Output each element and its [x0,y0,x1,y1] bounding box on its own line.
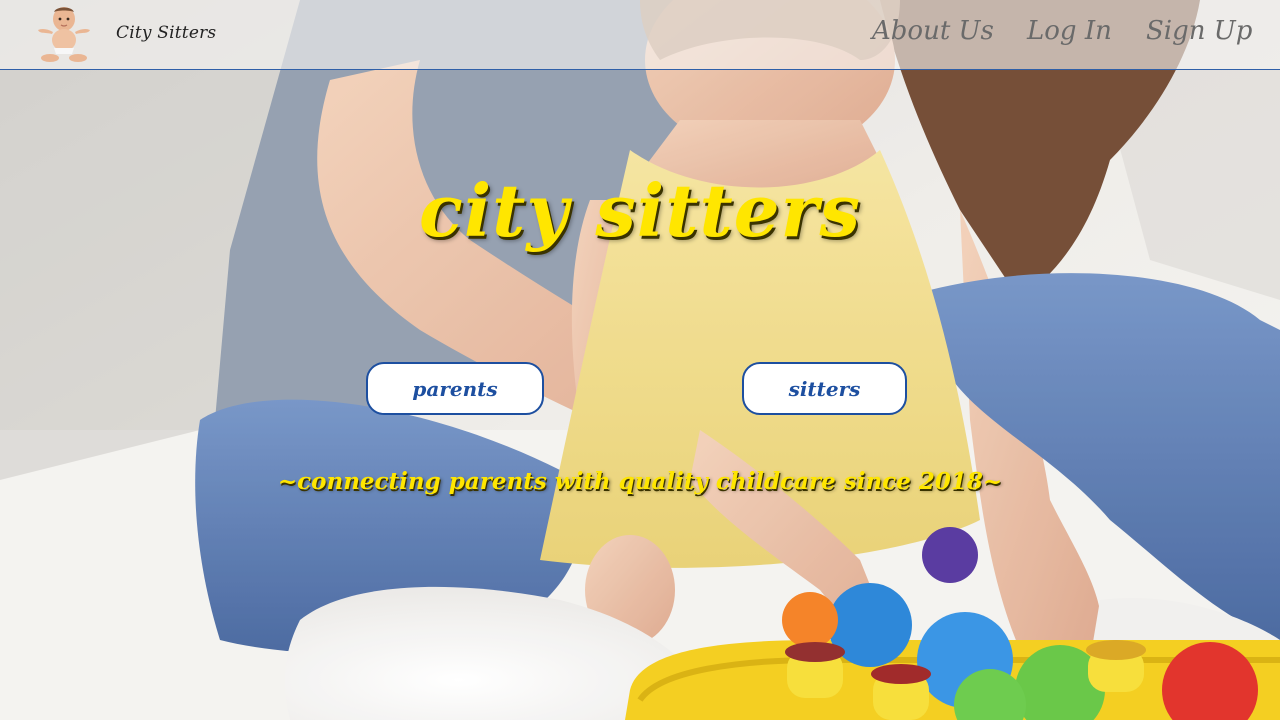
hero-title: city sitters [418,168,862,253]
sitters-button[interactable]: sitters [742,362,907,415]
hero-tagline: ~connecting parents with quality childca… [277,468,1003,495]
parents-button[interactable]: parents [366,362,544,415]
top-nav-bar: City Sitters About Us Log In Sign Up [0,0,1280,70]
nav-about-us[interactable]: About Us [872,16,994,46]
nav-log-in[interactable]: Log In [1027,16,1112,46]
baby-icon[interactable] [36,4,92,64]
brand-name[interactable]: City Sitters [116,23,216,43]
landing-page: City Sitters About Us Log In Sign Up cit… [0,0,1280,720]
hero-background-photo [0,0,1280,720]
nav-sign-up[interactable]: Sign Up [1146,16,1252,46]
